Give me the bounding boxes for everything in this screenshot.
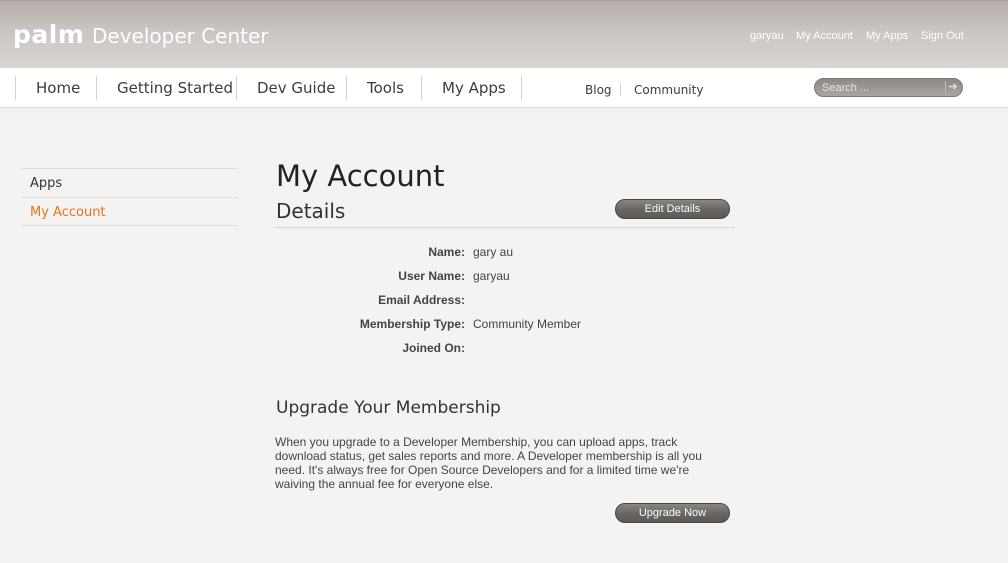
edit-details-button[interactable]: Edit Details bbox=[615, 199, 730, 219]
detail-label: Name: bbox=[428, 245, 465, 259]
detail-row-membership: Membership Type: Community Member bbox=[276, 316, 736, 332]
detail-label: User Name: bbox=[398, 269, 465, 283]
sign-out-link[interactable]: Sign Out bbox=[921, 30, 964, 42]
detail-row-email: Email Address: bbox=[276, 292, 736, 308]
sidebar-item-apps[interactable]: Apps bbox=[21, 168, 238, 197]
arrow-right-icon[interactable]: ➔ bbox=[945, 81, 960, 94]
detail-label: Email Address: bbox=[378, 293, 465, 307]
nav-home[interactable]: Home bbox=[15, 76, 97, 100]
my-apps-link[interactable]: My Apps bbox=[866, 30, 908, 42]
detail-label: Joined On: bbox=[402, 341, 465, 355]
detail-row-name: Name: gary au bbox=[276, 244, 736, 260]
nav-dev-guide[interactable]: Dev Guide bbox=[236, 76, 347, 100]
sidebar: Apps My Account bbox=[21, 168, 238, 226]
page-title: My Account bbox=[276, 159, 445, 193]
nav-my-apps[interactable]: My Apps bbox=[421, 76, 521, 100]
username-link[interactable]: garyau bbox=[750, 30, 784, 42]
upgrade-description: When you upgrade to a Developer Membersh… bbox=[275, 435, 702, 491]
detail-value: garyau bbox=[473, 269, 510, 283]
palm-logo[interactable]: palm bbox=[13, 21, 84, 49]
my-account-link[interactable]: My Account bbox=[796, 30, 853, 42]
search-input[interactable] bbox=[822, 80, 942, 95]
search-box: ➔ bbox=[814, 78, 963, 97]
detail-label: Membership Type: bbox=[359, 317, 465, 331]
detail-row-username: User Name: garyau bbox=[276, 268, 736, 284]
nav-getting-started[interactable]: Getting Started bbox=[96, 76, 237, 100]
detail-row-joined: Joined On: bbox=[276, 340, 736, 356]
nav-small-divider bbox=[620, 83, 621, 96]
detail-value: gary au bbox=[473, 245, 514, 259]
upgrade-heading: Upgrade Your Membership bbox=[276, 398, 501, 418]
sidebar-item-my-account[interactable]: My Account bbox=[21, 197, 238, 226]
upgrade-now-button[interactable]: Upgrade Now bbox=[615, 503, 730, 523]
nav-divider bbox=[521, 76, 522, 100]
divider bbox=[275, 227, 735, 228]
site-header: palm Developer Center garyau My Account … bbox=[0, 0, 1008, 68]
details-heading: Details bbox=[276, 199, 346, 223]
nav-tools[interactable]: Tools bbox=[346, 76, 422, 100]
nav-blog[interactable]: Blog bbox=[585, 82, 612, 98]
detail-value: Community Member bbox=[473, 317, 582, 331]
nav-community[interactable]: Community bbox=[634, 82, 703, 98]
site-title[interactable]: Developer Center bbox=[92, 23, 269, 49]
